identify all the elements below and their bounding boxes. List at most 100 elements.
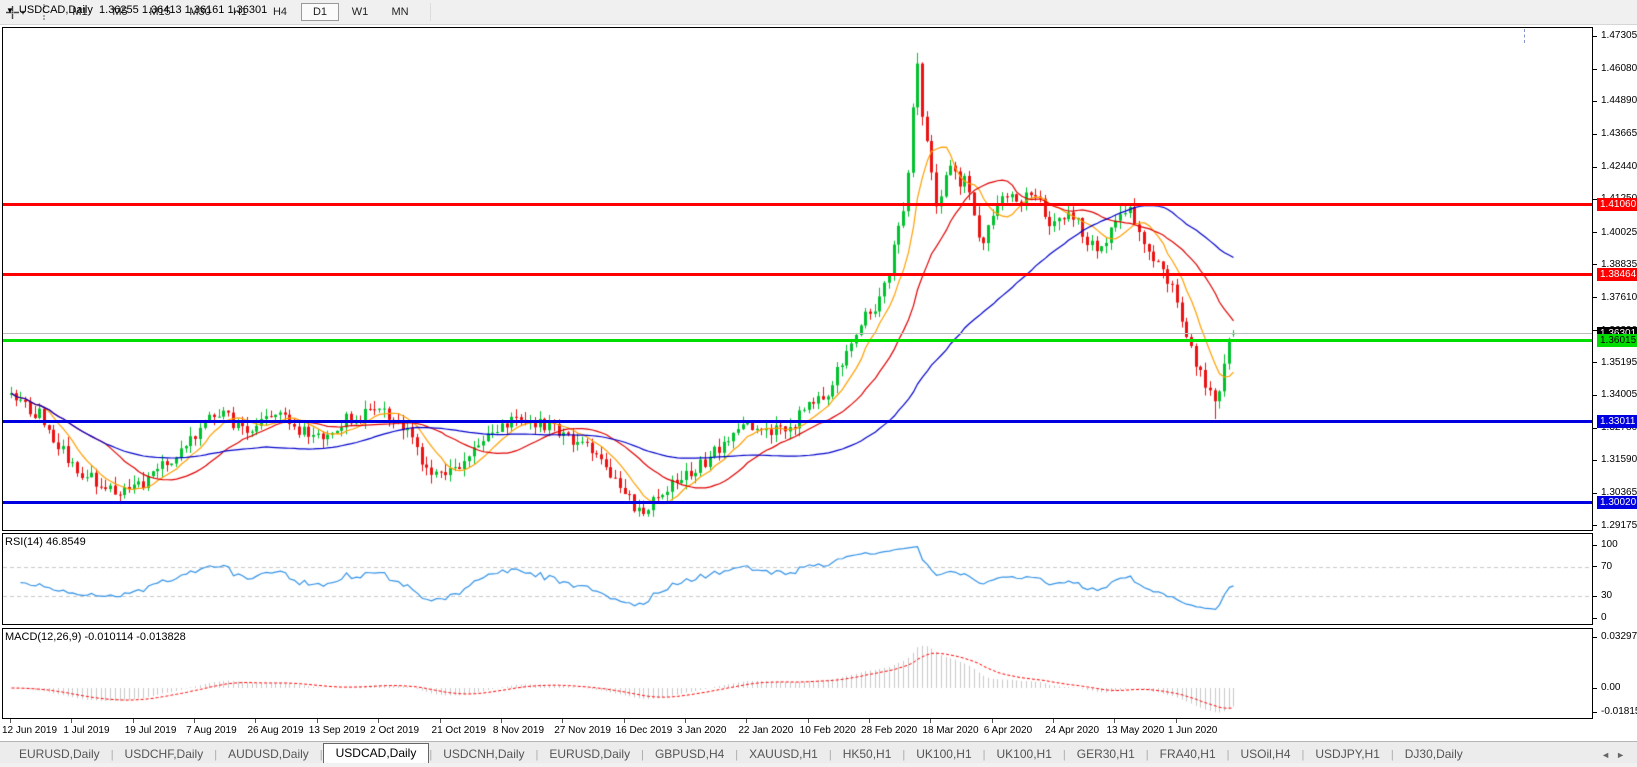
- rsi-scale-tick: [1593, 544, 1597, 546]
- price-tick: [1593, 133, 1597, 135]
- chart-tab-uk100-h1[interactable]: UK100,H1: [905, 745, 982, 764]
- date-label: 28 Feb 2020: [861, 725, 918, 736]
- macd-scale-tick: [1593, 636, 1597, 638]
- date-label: 12 Jun 2019: [2, 725, 58, 736]
- chart-tab-xauusd-h1[interactable]: XAUUSD,H1: [738, 745, 829, 764]
- price-tick-label: 1.44890: [1601, 95, 1637, 107]
- rsi-scale-tick: [1593, 566, 1597, 568]
- price-tick: [1593, 232, 1597, 234]
- price-tick: [1593, 264, 1597, 266]
- price-tick: [1593, 100, 1597, 102]
- date-tick: [623, 719, 625, 723]
- price-tick: [1593, 362, 1597, 364]
- timeframe-button-mn[interactable]: MN: [381, 3, 419, 21]
- macd-scale-tick: [1593, 711, 1597, 713]
- price-tick: [1593, 394, 1597, 396]
- macd-title: MACD(12,26,9) -0.010114 -0.013828: [5, 631, 186, 643]
- date-label: 13 Sep 2019: [308, 725, 366, 736]
- date-tick: [1114, 719, 1116, 723]
- date-label: 22 Jan 2020: [738, 725, 794, 736]
- chart-tab-eurusd-daily[interactable]: EURUSD,Daily: [538, 745, 641, 764]
- ohlc-values: 1.36255 1.36413 1.36161 1.36301: [99, 4, 268, 16]
- price-level-label: 1.41060: [1597, 198, 1637, 212]
- date-label: 21 Oct 2019: [431, 725, 486, 736]
- date-tick: [684, 719, 686, 723]
- date-tick: [194, 719, 196, 723]
- price-tick-label: 1.34005: [1601, 389, 1637, 401]
- chart-tab-eurusd-daily[interactable]: EURUSD,Daily: [8, 745, 111, 764]
- symbol-label: USDCAD,Daily: [18, 4, 93, 16]
- timeframe-button-d1[interactable]: D1: [301, 3, 340, 21]
- date-label: 1 Jun 2020: [1167, 725, 1218, 736]
- price-tick: [1593, 525, 1597, 526]
- chart-tab-uk100-h1[interactable]: UK100,H1: [986, 745, 1063, 764]
- rsi-scale-label: 0: [1601, 612, 1607, 623]
- date-label: 8 Nov 2019: [492, 725, 545, 736]
- time-axis[interactable]: 12 Jun 2019 1 Jul 2019 19 Jul 2019 7 Aug 20…: [0, 719, 1637, 741]
- chart-tab-gbpusd-h4[interactable]: GBPUSD,H4: [644, 745, 735, 764]
- date-tick: [807, 719, 809, 723]
- price-tick-label: 1.29175: [1601, 519, 1637, 531]
- chart-tab-fra40-h1[interactable]: FRA40,H1: [1149, 745, 1227, 764]
- rsi-scale-tick: [1593, 595, 1597, 597]
- price-tick-label: 1.43665: [1601, 128, 1637, 140]
- chart-tab-bar: EURUSD,Daily | USDCHF,Daily | AUDUSD,Daily | U…: [0, 741, 1637, 764]
- price-level-label: 1.30020: [1597, 496, 1637, 510]
- price-tick: [1593, 35, 1597, 37]
- chart-tab-ger30-h1[interactable]: GER30,H1: [1066, 745, 1146, 764]
- date-label: 3 Jan 2020: [676, 725, 727, 736]
- price-tick-label: 1.42440: [1601, 161, 1637, 173]
- date-label: 10 Feb 2020: [799, 725, 856, 736]
- date-tick: [439, 719, 441, 723]
- date-label: 2 Oct 2019: [370, 725, 420, 736]
- price-tick-label: 1.46080: [1601, 63, 1637, 75]
- toolbar-separator: [430, 3, 432, 21]
- price-tick: [1593, 492, 1597, 494]
- price-level-label: 1.36015: [1597, 334, 1637, 348]
- chart-shift-marker: [1524, 29, 1526, 43]
- candlestick-canvas[interactable]: [3, 28, 1592, 530]
- chart-tab-audusd-daily[interactable]: AUDUSD,Daily: [217, 745, 320, 764]
- price-tick: [1593, 68, 1597, 70]
- chart-tab-usdcad-daily[interactable]: USDCAD,Daily: [322, 743, 430, 764]
- price-tick: [1593, 297, 1597, 299]
- tab-scroll-left-icon[interactable]: ◄: [1601, 750, 1616, 760]
- rsi-scale-tick: [1593, 617, 1597, 619]
- date-label: 16 Dec 2019: [615, 725, 673, 736]
- rsi-canvas[interactable]: [3, 534, 1592, 624]
- timeframe-button-w1[interactable]: W1: [341, 3, 379, 21]
- collapse-arrow-icon[interactable]: ▼: [6, 6, 14, 15]
- chart-tab-usoil-h4[interactable]: USOil,H4: [1230, 745, 1302, 764]
- rsi-indicator-panel[interactable]: [2, 533, 1593, 625]
- date-tick: [562, 719, 564, 723]
- chart-tab-usdchf-daily[interactable]: USDCHF,Daily: [114, 745, 215, 764]
- rsi-title: RSI(14) 46.8549: [5, 536, 86, 548]
- price-axis[interactable]: 1.473051.460801.448901.436651.424401.412…: [1593, 0, 1637, 767]
- macd-scale-label: 0.00: [1601, 682, 1621, 693]
- price-level-label: 1.33011: [1597, 415, 1637, 429]
- price-level-label: 1.38464: [1597, 268, 1637, 282]
- chart-tab-usdjpy-h1[interactable]: USDJPY,H1: [1304, 745, 1390, 764]
- rsi-scale-label: 30: [1601, 590, 1613, 602]
- chart-tab-dj30-daily[interactable]: DJ30,Daily: [1394, 745, 1474, 764]
- date-label: 18 Mar 2020: [922, 725, 979, 736]
- date-tick: [132, 719, 134, 723]
- date-tick: [378, 719, 380, 723]
- date-label: 26 Aug 2019: [247, 725, 304, 736]
- chart-tab-hk50-h1[interactable]: HK50,H1: [832, 745, 903, 764]
- tab-scroll-right-icon[interactable]: ►: [1616, 750, 1631, 760]
- trading-platform-window: ▾ M1 M5 M15 M30 H1 H4 D1 W1 MN ▼ USDCAD,Daily 1.3…: [0, 0, 1637, 767]
- date-label: 24 Apr 2020: [1045, 725, 1100, 736]
- macd-indicator-panel[interactable]: [2, 628, 1593, 719]
- date-tick: [316, 719, 318, 723]
- date-tick: [255, 719, 257, 723]
- date-tick: [1175, 719, 1177, 723]
- price-chart-panel[interactable]: [2, 27, 1593, 531]
- date-label: 13 May 2020: [1106, 725, 1165, 736]
- tab-scroll-arrows: ◄►: [1601, 750, 1631, 760]
- rsi-scale-label: 100: [1601, 539, 1618, 550]
- macd-scale-label: 0.032972: [1601, 631, 1637, 643]
- chart-tab-usdcnh-daily[interactable]: USDCNH,Daily: [432, 745, 535, 764]
- date-label: 7 Aug 2019: [186, 725, 237, 736]
- macd-canvas[interactable]: [3, 629, 1592, 718]
